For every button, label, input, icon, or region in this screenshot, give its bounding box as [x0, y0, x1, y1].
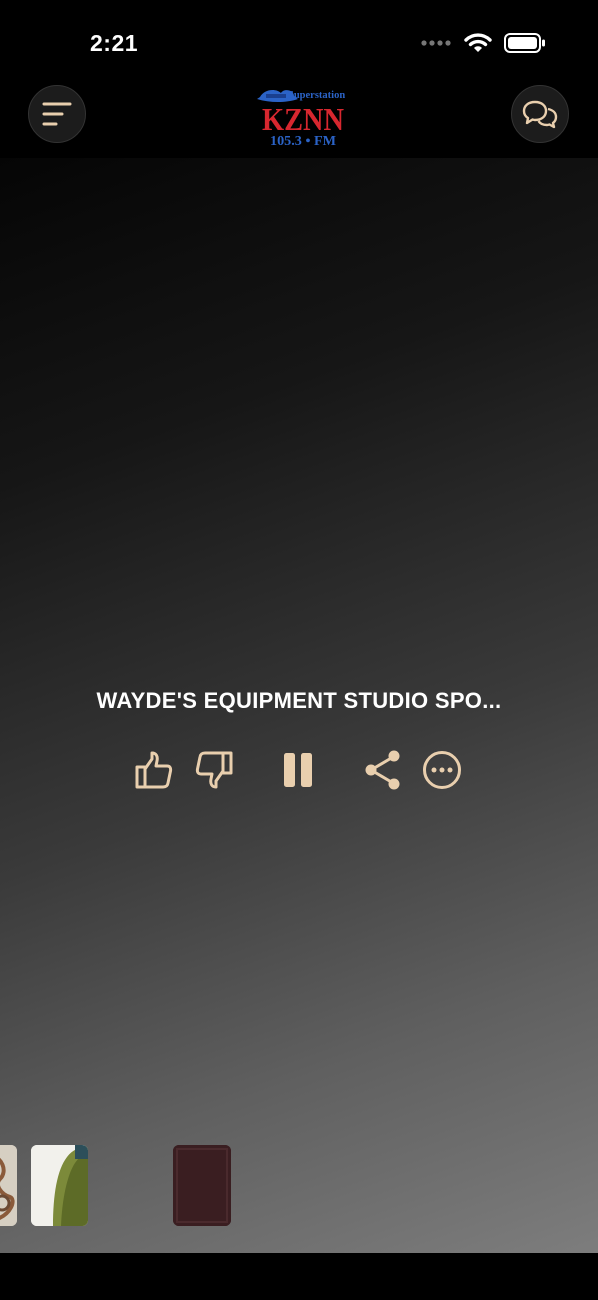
svg-text:KZNN: KZNN [262, 101, 344, 137]
share-button[interactable] [361, 748, 405, 792]
recent-track-thumbnail[interactable] [173, 1145, 231, 1226]
menu-button[interactable] [28, 85, 86, 143]
recent-track-thumbnail[interactable] [0, 1145, 17, 1226]
battery-icon [504, 33, 545, 53]
wifi-icon [464, 33, 492, 52]
now-playing-area: WAYDE'S EQUIPMENT STUDIO SPO... [0, 158, 598, 1253]
app-header: Superstation KZNN 105.3 • FM [0, 80, 598, 158]
chat-button[interactable] [511, 85, 569, 143]
status-bar: 2:21 [0, 0, 598, 80]
svg-text:105.3 • FM: 105.3 • FM [270, 134, 336, 147]
thumbs-up-icon [135, 751, 173, 789]
svg-text:Superstation: Superstation [288, 90, 345, 101]
share-icon [365, 750, 400, 790]
thumbs-up-button[interactable] [132, 748, 176, 792]
menu-icon [42, 102, 72, 126]
thumbs-down-button[interactable] [192, 748, 236, 792]
signal-dots-icon [421, 40, 451, 46]
chat-icon [522, 100, 558, 129]
more-icon [423, 751, 461, 789]
station-logo[interactable]: Superstation KZNN 105.3 • FM [254, 85, 346, 147]
status-icons [420, 32, 546, 54]
recent-track-thumbnail[interactable] [31, 1145, 88, 1226]
pause-button[interactable] [276, 748, 320, 792]
status-time: 2:21 [90, 30, 139, 56]
track-title: WAYDE'S EQUIPMENT STUDIO SPO... [96, 688, 502, 713]
thumbs-down-icon [195, 751, 233, 789]
more-options-button[interactable] [420, 748, 464, 792]
bottom-bar [0, 1253, 598, 1300]
pause-icon [284, 753, 312, 787]
